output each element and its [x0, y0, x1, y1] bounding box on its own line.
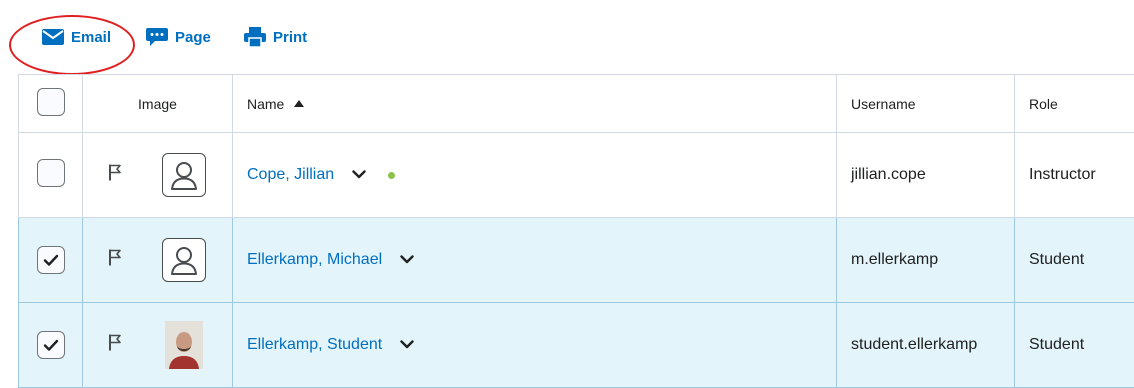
user-placeholder-icon	[162, 153, 206, 197]
username-cell: student.ellerkamp	[837, 303, 1015, 388]
chevron-down-icon[interactable]	[400, 336, 414, 354]
role-cell: Instructor	[1015, 133, 1134, 218]
printer-icon	[244, 27, 266, 47]
role-cell: Student	[1015, 303, 1134, 388]
table-row: Cope, Jillian jillian.cope Instructor	[19, 133, 1134, 218]
image-cell	[83, 303, 233, 388]
email-button[interactable]: Email	[42, 24, 111, 50]
name-cell: Ellerkamp, Michael	[233, 218, 837, 303]
row-select-cell	[19, 133, 83, 218]
user-name-link[interactable]: Cope, Jillian	[247, 166, 334, 184]
table-row: Ellerkamp, Student student.ellerkamp Stu…	[19, 303, 1134, 388]
page-button[interactable]: Page	[146, 24, 211, 50]
online-status-dot	[388, 172, 395, 179]
image-column-header: Image	[83, 75, 233, 133]
print-button-label: Print	[273, 29, 307, 46]
username-column-header[interactable]: Username	[837, 75, 1015, 133]
row-select-cell	[19, 218, 83, 303]
user-photo	[165, 321, 203, 369]
row-select-cell	[19, 303, 83, 388]
row-checkbox[interactable]	[37, 246, 65, 274]
row-checkbox[interactable]	[37, 159, 65, 187]
select-all-checkbox[interactable]	[37, 88, 65, 116]
role-column-header[interactable]: Role	[1015, 75, 1134, 133]
row-checkbox[interactable]	[37, 331, 65, 359]
image-cell	[83, 218, 233, 303]
user-placeholder-icon	[162, 238, 206, 282]
select-all-cell	[19, 75, 83, 133]
user-name-link[interactable]: Ellerkamp, Student	[247, 336, 382, 354]
table-header-row: Image Name Username Role	[19, 75, 1134, 133]
chat-bubble-icon	[146, 28, 168, 46]
flag-icon[interactable]	[108, 249, 122, 272]
name-cell: Cope, Jillian	[233, 133, 837, 218]
flag-icon[interactable]	[108, 334, 122, 357]
checkmark-icon	[43, 339, 59, 352]
chevron-down-icon[interactable]	[352, 166, 366, 184]
print-button[interactable]: Print	[244, 24, 307, 50]
classlist-table: Image Name Username Role	[18, 74, 1134, 388]
table-row: Ellerkamp, Michael m.ellerkamp Student	[19, 218, 1134, 303]
username-cell: m.ellerkamp	[837, 218, 1015, 303]
name-column-header[interactable]: Name	[233, 75, 837, 133]
toolbar: Email Page Print	[0, 0, 1134, 76]
name-cell: Ellerkamp, Student	[233, 303, 837, 388]
username-cell: jillian.cope	[837, 133, 1015, 218]
envelope-icon	[42, 29, 64, 45]
sort-ascending-icon	[294, 100, 304, 107]
image-cell	[83, 133, 233, 218]
user-name-link[interactable]: Ellerkamp, Michael	[247, 251, 382, 269]
role-cell: Student	[1015, 218, 1134, 303]
name-column-label: Name	[247, 96, 284, 112]
flag-icon[interactable]	[108, 164, 122, 187]
chevron-down-icon[interactable]	[400, 251, 414, 269]
checkmark-icon	[43, 254, 59, 267]
page-button-label: Page	[175, 29, 211, 46]
email-button-label: Email	[71, 29, 111, 46]
